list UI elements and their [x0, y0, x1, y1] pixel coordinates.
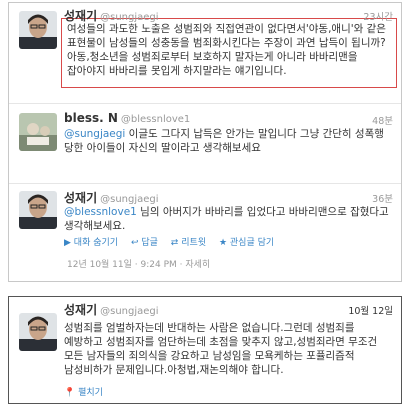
tweet-meta[interactable]: 12년 10월 11일 · 9:24 PM · 자세히 — [67, 257, 210, 270]
tweet-text: 여성들의 과도한 노출은 성범죄와 직접연관이 없다면서'야동,애니'와 같은 … — [67, 23, 386, 77]
retweet-icon: ⇄ — [170, 238, 179, 248]
tweet-text: @blessnlove1 님의 아버지가 바바리를 입었다고 바바리맨으로 잡혔… — [64, 205, 393, 233]
single-tweet-panel: 성재기 @sungjaegi 10월 12일 성범죄를 엄벌하자는데 반대하는 사… — [8, 296, 402, 404]
author-handle[interactable]: @blessnlove1 — [121, 114, 190, 125]
reply-button[interactable]: ↩ 답글 — [131, 238, 158, 248]
collapse-label[interactable]: 대화 숨기기 — [74, 238, 118, 248]
tweet-item[interactable]: 성재기 @sungjaegi 23시간 여성들의 과도한 노출은 성범죄와 직접연… — [9, 3, 401, 104]
author-handle[interactable]: @sungjaegi — [100, 306, 158, 317]
tweet-text: 성범죄를 엄벌하자는데 반대하는 사람은 없습니다.그런데 성범죄를 예방하고 … — [64, 322, 378, 376]
location-icon: 📍 — [64, 388, 76, 398]
avatar[interactable] — [19, 113, 57, 151]
favorite-button[interactable]: ★ 관심글 담기 — [219, 238, 274, 248]
avatar[interactable] — [19, 313, 57, 351]
tweet-actions: ▶ 대화 숨기기 ↩ 답글 ⇄ 리트윗 ★ 관심글 담기 — [64, 235, 284, 248]
author-name[interactable]: bless. N — [64, 111, 118, 125]
avatar[interactable] — [19, 191, 57, 229]
conversation-icon: ▶ — [64, 238, 71, 248]
collapse-button[interactable]: ▶ 대화 숨기기 — [64, 238, 118, 248]
author-handle[interactable]: @sungjaegi — [100, 194, 158, 205]
author-name[interactable]: 성재기 — [64, 303, 97, 317]
retweet-label[interactable]: 리트윗 — [181, 238, 206, 248]
expand-link[interactable]: 📍 펼치기 — [64, 385, 103, 398]
tweet-author[interactable]: 성재기 @sungjaegi — [64, 301, 159, 318]
mention-link[interactable]: @blessnlove1 — [64, 206, 137, 218]
retweet-button[interactable]: ⇄ 리트윗 — [171, 238, 206, 248]
star-icon: ★ — [218, 238, 228, 248]
tweet-timestamp[interactable]: 36분 — [372, 191, 393, 205]
tweet-author[interactable]: 성재기 @sungjaegi — [64, 189, 159, 206]
author-name[interactable]: 성재기 — [64, 9, 97, 23]
tweet-item[interactable]: bless. N @blessnlove1 48분 @sungjaegi 이글도 … — [9, 103, 401, 184]
tweet-timestamp[interactable]: 23시간 — [363, 9, 393, 23]
avatar[interactable] — [19, 11, 57, 49]
tweet-item[interactable]: 성재기 @sungjaegi 10월 12일 성범죄를 엄벌하자는데 반대하는 사… — [9, 297, 401, 403]
reply-label[interactable]: 답글 — [141, 238, 158, 248]
favorite-label[interactable]: 관심글 담기 — [230, 238, 274, 248]
tweet-text: @sungjaegi 이글도 그다지 납득은 안가는 말입니다 그냥 간단히 성… — [64, 127, 393, 155]
mention-link[interactable]: @sungjaegi — [64, 128, 125, 140]
conversation-panel: 성재기 @sungjaegi 23시간 여성들의 과도한 노출은 성범죄와 직접연… — [8, 2, 402, 282]
tweet-timestamp[interactable]: 10월 12일 — [348, 303, 393, 317]
tweet-author[interactable]: bless. N @blessnlove1 — [64, 111, 190, 125]
reply-icon: ↩ — [130, 238, 139, 248]
author-name[interactable]: 성재기 — [64, 191, 97, 205]
tweet-item[interactable]: 성재기 @sungjaegi 36분 @blessnlove1 님의 아버지가 바… — [9, 183, 401, 283]
expand-label[interactable]: 펼치기 — [78, 388, 103, 398]
tweet-timestamp[interactable]: 48분 — [372, 113, 393, 127]
